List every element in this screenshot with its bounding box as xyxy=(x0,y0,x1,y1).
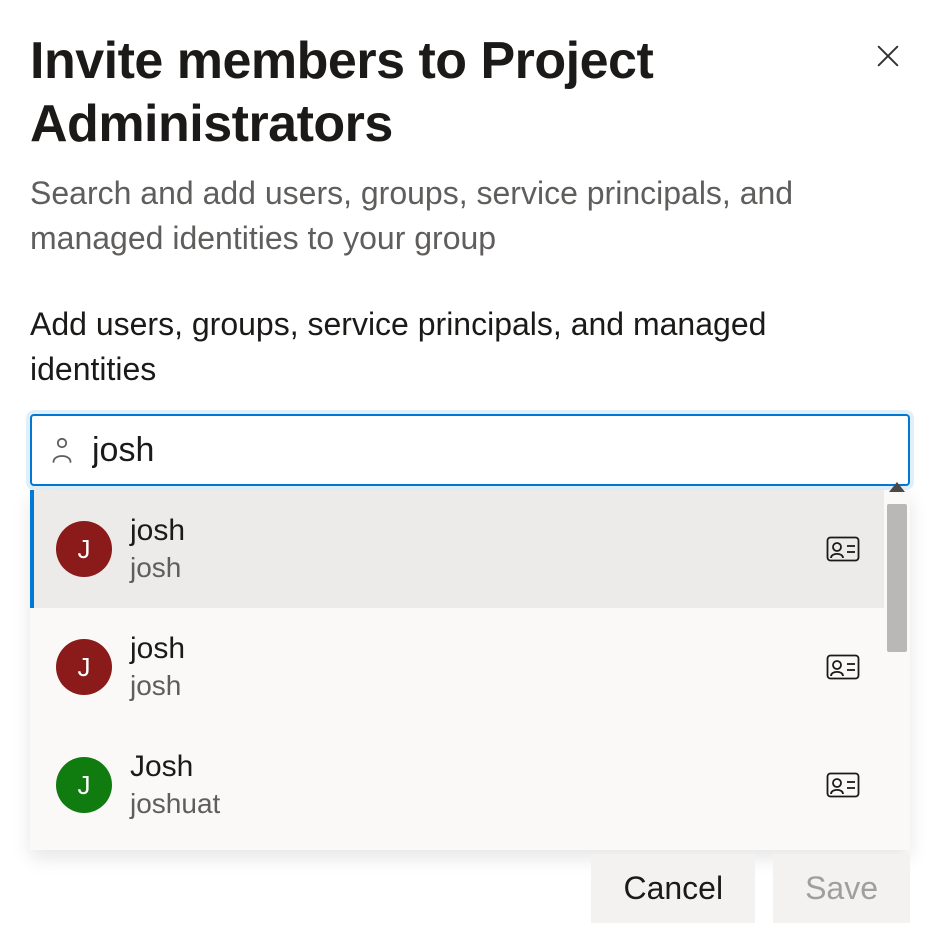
cancel-button[interactable]: Cancel xyxy=(591,854,755,923)
suggestion-item[interactable]: Jjoshjosh xyxy=(30,490,884,608)
suggestion-secondary: josh xyxy=(130,551,808,585)
dialog-subtitle: Search and add users, groups, service pr… xyxy=(30,171,850,261)
contact-card-icon[interactable] xyxy=(826,654,860,680)
field-label: Add users, groups, service principals, a… xyxy=(30,302,850,392)
contact-card-icon[interactable] xyxy=(826,772,860,798)
suggestions-dropdown: Jjoshjosh Jjoshjosh JJoshjoshuat xyxy=(30,490,910,850)
suggestion-item[interactable]: Jjoshjosh xyxy=(30,608,884,726)
dialog-footer: Cancel Save xyxy=(591,854,910,923)
dialog-title: Invite members to Project Administrators xyxy=(30,30,866,157)
person-icon xyxy=(50,437,74,463)
contact-card-icon[interactable] xyxy=(826,536,860,562)
avatar: J xyxy=(56,521,112,577)
suggestion-primary: josh xyxy=(130,631,808,667)
search-input-container[interactable] xyxy=(30,414,910,486)
suggestion-item[interactable]: J Joshjoshuat xyxy=(30,726,884,844)
suggestion-secondary: josh xyxy=(130,669,808,703)
suggestion-primary: Josh xyxy=(130,749,808,785)
save-button[interactable]: Save xyxy=(773,854,910,923)
close-button[interactable] xyxy=(866,36,910,80)
close-icon xyxy=(874,37,902,78)
avatar: J xyxy=(56,639,112,695)
scroll-up-arrow-icon xyxy=(889,482,905,492)
avatar: J xyxy=(56,757,112,813)
search-input[interactable] xyxy=(92,431,890,470)
dropdown-scrollbar[interactable] xyxy=(884,490,910,850)
suggestion-primary: josh xyxy=(130,513,808,549)
suggestion-secondary: joshuat xyxy=(130,787,808,821)
scroll-thumb[interactable] xyxy=(887,504,907,652)
